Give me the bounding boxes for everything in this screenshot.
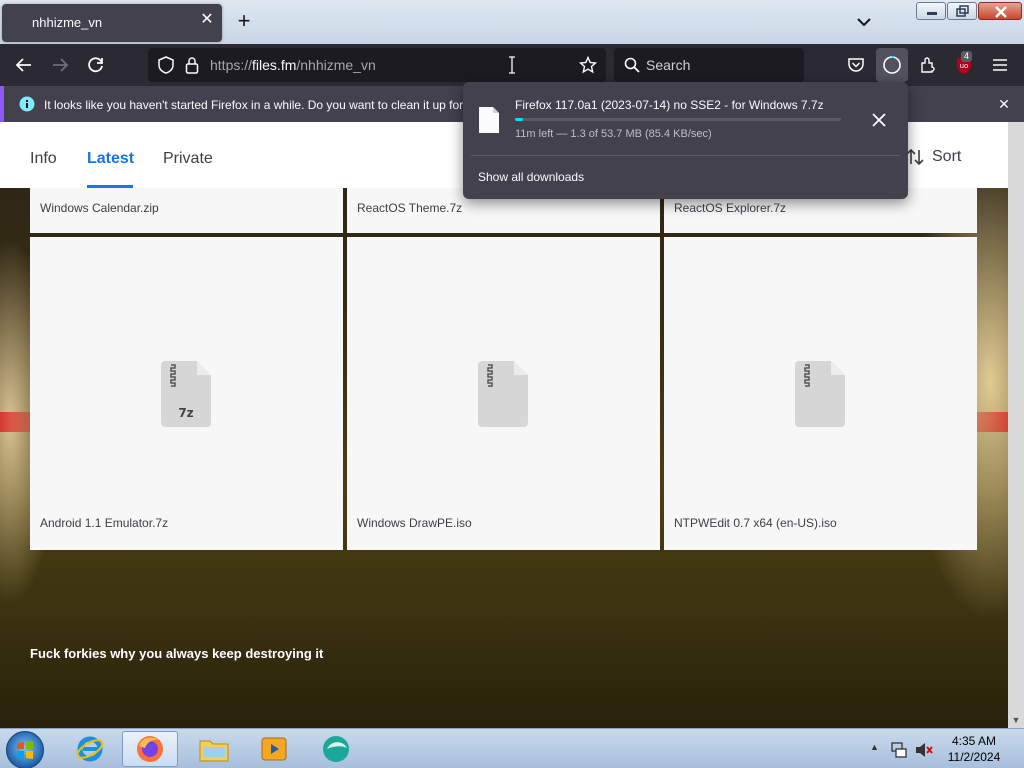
page-content: Info Latest Private Sort Windows Calenda… — [0, 122, 1008, 728]
taskbar-internet-explorer[interactable] — [62, 731, 118, 767]
downloads-panel: Firefox 117.0a1 (2023-07-14) no SSE2 - f… — [463, 82, 908, 199]
page-caption: Fuck forkies why you always keep destroy… — [30, 646, 324, 661]
file-name: ReactOS Theme.7z — [357, 201, 463, 215]
internet-explorer-icon — [76, 736, 104, 762]
browser-tab[interactable]: nhhizme_vn ✕ — [2, 4, 222, 42]
taskbar-firefox[interactable] — [122, 731, 178, 767]
search-icon — [620, 53, 644, 77]
taskbar: ▲ 4:35 AM 11/2/2024 — [0, 728, 1024, 768]
url-bar[interactable]: https://files.fm/nhhizme_vn — [148, 48, 606, 82]
file-name: NTPWEdit 0.7 x64 (en-US).iso — [674, 516, 837, 530]
minimize-button[interactable] — [916, 2, 946, 20]
vertical-scrollbar[interactable]: ▼ — [1008, 122, 1024, 728]
taskbar-app[interactable] — [308, 731, 364, 767]
tab-strip: nhhizme_vn ✕ + — [0, 0, 1024, 44]
navigation-toolbar: https://files.fm/nhhizme_vn Search uo 4 — [0, 44, 1024, 86]
back-icon[interactable] — [12, 53, 36, 77]
scroll-down-icon[interactable]: ▼ — [1008, 712, 1024, 728]
close-window-button[interactable] — [978, 2, 1022, 20]
extensions-icon[interactable] — [916, 53, 940, 77]
clock[interactable]: 4:35 AM 11/2/2024 — [942, 733, 1006, 765]
taskbar-media-player[interactable] — [246, 731, 302, 767]
window-controls — [916, 2, 1022, 20]
download-progress-bar — [515, 118, 841, 121]
start-button[interactable] — [6, 731, 44, 768]
archive-type-label: 7z — [178, 406, 193, 420]
cancel-download-icon[interactable] — [869, 110, 889, 130]
tab-close-icon[interactable]: ✕ — [200, 12, 214, 28]
file-card[interactable]: NTPWEdit 0.7 x64 (en-US).iso — [664, 237, 977, 550]
taskbar-file-explorer[interactable] — [186, 731, 242, 767]
download-status: 11m left — 1.3 of 53.7 MB (85.4 KB/sec) — [515, 128, 712, 140]
volume-muted-icon[interactable] — [914, 741, 934, 759]
file-name: Windows DrawPE.iso — [357, 516, 472, 530]
clock-date: 11/2/2024 — [947, 750, 1001, 764]
text-cursor-icon — [500, 53, 524, 77]
tab-title: nhhizme_vn — [32, 15, 103, 30]
download-progress-fill — [515, 118, 523, 121]
notification-close-icon[interactable]: ✕ — [996, 96, 1012, 112]
downloads-button[interactable] — [876, 48, 908, 82]
info-icon — [18, 95, 36, 113]
url-text: https://files.fm/nhhizme_vn — [210, 57, 376, 73]
reload-icon[interactable] — [84, 53, 108, 77]
tab-private[interactable]: Private — [163, 150, 213, 168]
clock-time: 4:35 AM — [951, 734, 997, 748]
file-name: ReactOS Explorer.7z — [674, 201, 787, 215]
tab-info[interactable]: Info — [30, 150, 57, 168]
bookmark-star-icon[interactable] — [576, 53, 600, 77]
show-all-downloads-link[interactable]: Show all downloads — [478, 170, 584, 184]
search-placeholder: Search — [646, 57, 691, 73]
shield-icon[interactable] — [154, 53, 178, 77]
svg-text:uo: uo — [960, 62, 969, 70]
archive-file-icon — [478, 361, 528, 427]
app-icon — [323, 736, 349, 762]
sort-button[interactable]: Sort — [906, 148, 961, 166]
file-card[interactable]: Windows DrawPE.iso — [347, 237, 660, 550]
file-card[interactable]: 7z Android 1.1 Emulator.7z — [30, 237, 343, 550]
archive-file-icon — [795, 361, 845, 427]
windows-logo-icon — [17, 741, 33, 759]
archive-file-icon: 7z — [161, 361, 211, 427]
notification-text: It looks like you haven't started Firefo… — [44, 98, 464, 112]
restore-button[interactable] — [947, 2, 977, 20]
file-card[interactable]: Windows Calendar.zip — [30, 188, 343, 233]
list-all-tabs-icon[interactable] — [852, 12, 876, 32]
file-icon — [479, 107, 499, 133]
download-progress-icon — [880, 53, 904, 77]
sort-label: Sort — [932, 148, 962, 165]
new-tab-icon[interactable]: + — [234, 10, 254, 34]
folder-icon — [199, 740, 229, 762]
file-name: Android 1.1 Emulator.7z — [40, 516, 169, 530]
lock-icon[interactable] — [180, 53, 204, 77]
ublock-badge: 4 — [961, 51, 973, 62]
media-player-icon — [261, 737, 287, 761]
show-hidden-icons-icon[interactable]: ▲ — [870, 742, 879, 752]
file-name: Windows Calendar.zip — [40, 201, 159, 215]
sort-icon — [906, 148, 924, 166]
download-file-name: Firefox 117.0a1 (2023-07-14) no SSE2 - f… — [515, 98, 824, 112]
search-bar[interactable]: Search — [614, 48, 804, 82]
tab-latest[interactable]: Latest — [87, 150, 134, 168]
pocket-icon[interactable] — [844, 53, 868, 77]
forward-icon[interactable] — [48, 53, 72, 77]
divider — [471, 155, 900, 156]
firefox-icon — [137, 736, 163, 762]
network-icon[interactable] — [890, 741, 908, 759]
menu-icon[interactable] — [988, 53, 1012, 77]
